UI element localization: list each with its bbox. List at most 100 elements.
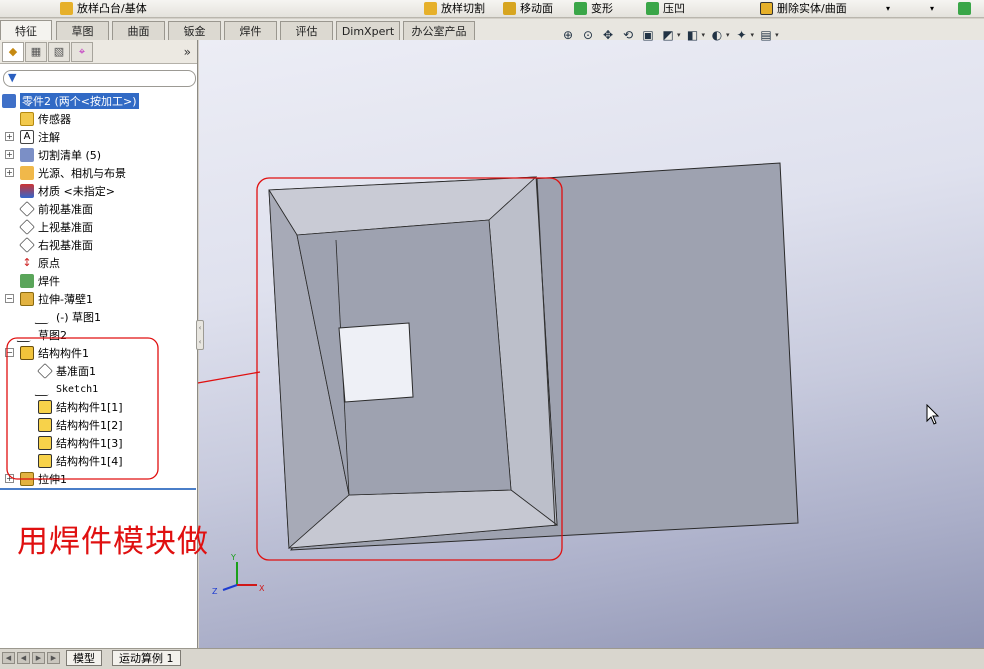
tree-item-sensors[interactable]: 传感器 xyxy=(20,110,71,128)
loft-cut-button[interactable]: 放样切割 xyxy=(424,0,485,16)
plane-icon xyxy=(19,237,35,253)
delete-body-label: 删除实体/曲面 xyxy=(777,2,847,15)
tree-item-right-plane[interactable]: 右视基准面 xyxy=(19,236,93,254)
tab-office-products[interactable]: 办公室产品 xyxy=(403,21,475,40)
rotate-icon[interactable]: ⟲ xyxy=(620,27,636,43)
apply-scene-icon[interactable]: ▤ xyxy=(758,27,774,43)
move-face-button[interactable]: 移动面 xyxy=(503,0,553,16)
annotations-icon: A xyxy=(20,130,34,144)
chevron-down-icon[interactable]: ▾ xyxy=(677,31,681,39)
edit-appearance-icon[interactable]: ✦ xyxy=(734,27,750,43)
loft-boss-icon xyxy=(60,1,73,15)
dropdown-arrow-2[interactable]: ▾ xyxy=(930,0,934,16)
tree-item-label: 前视基准面 xyxy=(38,203,93,216)
tab-motion-study[interactable]: 运动算例 1 xyxy=(112,650,181,666)
more-icon xyxy=(958,1,971,15)
display-style-icon[interactable]: ◧ xyxy=(685,27,701,43)
loft-boss-label: 放样凸台/基体 xyxy=(77,2,147,15)
tree-item-material[interactable]: 材质 <未指定> xyxy=(20,182,115,200)
tab-evaluate[interactable]: 评估 xyxy=(280,21,333,40)
loft-boss-button[interactable]: 放样凸台/基体 xyxy=(60,0,147,16)
tree-item-weldment[interactable]: 焊件 xyxy=(20,272,60,290)
tree-item-origin[interactable]: ↕ 原点 xyxy=(20,254,60,272)
tree-item-lights[interactable]: 光源、相机与布景 xyxy=(20,164,126,182)
tree-filter-field[interactable]: ▼ xyxy=(3,70,196,87)
pan-icon[interactable]: ✥ xyxy=(600,27,616,43)
sketch-icon xyxy=(33,310,57,324)
dimxpert-manager-icon[interactable]: ⌖ xyxy=(71,41,93,62)
tree-item-label: 材质 <未指定> xyxy=(38,185,115,198)
hide-show-icon[interactable]: ◐ xyxy=(709,27,725,43)
tree-item-front-plane[interactable]: 前视基准面 xyxy=(19,200,93,218)
tree-item-annotations[interactable]: A 注解 xyxy=(20,128,60,146)
tree-item-label: 拉伸-薄壁1 xyxy=(38,293,93,306)
last-tab-arrow-icon[interactable]: ▶ xyxy=(47,652,60,664)
prev-tab-arrow-icon[interactable]: ◀ xyxy=(17,652,30,664)
tab-sketch[interactable]: 草图 xyxy=(56,21,109,40)
tree-root[interactable]: 零件2 (两个<按加工>) xyxy=(2,92,139,110)
tree-item-cut-list[interactable]: 切割清单 (5) xyxy=(20,146,101,164)
tab-model[interactable]: 模型 xyxy=(66,650,102,666)
tree-item-top-plane[interactable]: 上视基准面 xyxy=(19,218,93,236)
tree-item-label: 注解 xyxy=(38,131,60,144)
deform-icon xyxy=(574,1,587,15)
property-manager-icon[interactable]: ▦ xyxy=(25,41,47,62)
weldment-icon xyxy=(20,274,34,288)
graphics-area[interactable]: Y X Z xyxy=(199,40,984,648)
chevron-down-icon[interactable]: ▾ xyxy=(702,31,706,39)
triad-x-label: X xyxy=(259,584,265,593)
chevron-down-icon: ▾ xyxy=(886,3,891,13)
tab-features[interactable]: 特征 xyxy=(0,20,52,40)
configuration-manager-icon[interactable]: ▧ xyxy=(48,41,70,62)
triad-y-label: Y xyxy=(230,553,236,562)
expand-toggle[interactable]: + xyxy=(5,168,14,177)
expand-toggle[interactable]: + xyxy=(5,150,14,159)
lights-icon xyxy=(20,166,34,180)
sensor-icon xyxy=(20,112,34,126)
tab-sheet-metal[interactable]: 钣金 xyxy=(168,21,221,40)
tree-item-label: (-) 草图1 xyxy=(56,311,102,324)
tab-surfaces[interactable]: 曲面 xyxy=(112,21,165,40)
tree-item-label: 切割清单 (5) xyxy=(38,149,102,162)
origin-icon: ↕ xyxy=(22,256,32,269)
zoom-to-fit-icon[interactable]: ⊕ xyxy=(560,27,576,43)
first-tab-arrow-icon[interactable]: ◀ xyxy=(2,652,15,664)
mouse-pointer-icon xyxy=(926,404,940,425)
more-button[interactable] xyxy=(958,0,971,16)
section-view-icon[interactable]: ▣ xyxy=(640,27,656,43)
collapse-panel-icon[interactable]: » xyxy=(184,45,191,59)
view-orientation-icon[interactable]: ◩ xyxy=(660,27,676,43)
tree-item-label: 光源、相机与布景 xyxy=(38,167,126,180)
next-tab-arrow-icon[interactable]: ▶ xyxy=(32,652,45,664)
chevron-down-icon[interactable]: ▾ xyxy=(751,31,755,39)
chevron-down-icon[interactable]: ▾ xyxy=(726,31,730,39)
tree-item-sketch1[interactable]: (-) 草图1 xyxy=(33,308,102,326)
highlight-tree-box xyxy=(6,337,159,480)
dropdown-arrow-1[interactable]: ▾ xyxy=(886,0,890,16)
chevron-down-icon: ▾ xyxy=(930,3,935,13)
indent-label: 压凹 xyxy=(663,2,685,15)
panel-tabs: ◆ ▦ ▧ ⌖ » xyxy=(0,40,197,64)
collapse-toggle[interactable]: − xyxy=(5,294,14,303)
indent-button[interactable]: 压凹 xyxy=(646,0,685,16)
deform-button[interactable]: 变形 xyxy=(574,0,613,16)
slot-hole xyxy=(338,322,414,403)
tree-item-label: 原点 xyxy=(38,257,60,270)
rollback-bar[interactable] xyxy=(0,488,196,490)
bottom-tabs: ◀ ◀ ▶ ▶ 模型 运动算例 1 xyxy=(0,648,984,669)
zoom-area-icon[interactable]: ⊙ xyxy=(580,27,596,43)
extrude-icon xyxy=(20,292,34,306)
feature-manager-icon[interactable]: ◆ xyxy=(2,41,24,62)
tab-dimxpert[interactable]: DimXpert xyxy=(336,21,400,40)
expand-toggle[interactable]: + xyxy=(5,132,14,141)
tree-item-label: 上视基准面 xyxy=(38,221,93,234)
tree-item-label: 焊件 xyxy=(38,275,60,288)
tree-item-extrude-thin[interactable]: 拉伸-薄壁1 xyxy=(20,290,93,308)
panel-splitter-handle[interactable]: ‹ ‹ xyxy=(196,320,204,350)
material-icon xyxy=(20,184,34,198)
move-face-icon xyxy=(503,1,516,15)
delete-body-button[interactable]: 删除实体/曲面 xyxy=(760,0,847,16)
chevron-down-icon[interactable]: ▾ xyxy=(775,31,779,39)
tab-weldments[interactable]: 焊件 xyxy=(224,21,277,40)
triad-z-label: Z xyxy=(212,587,218,596)
